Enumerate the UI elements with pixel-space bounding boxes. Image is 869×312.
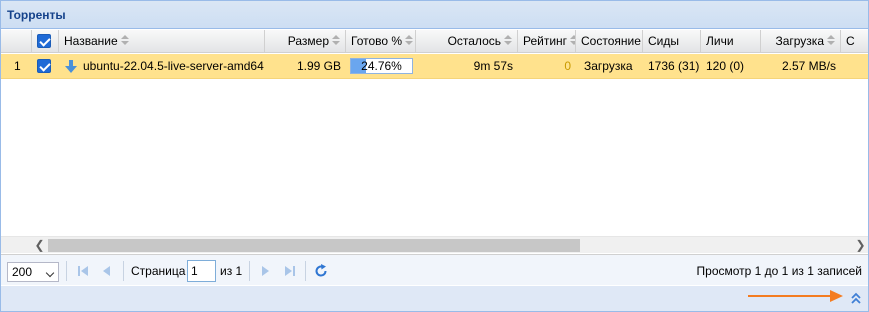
header-seeds[interactable]: Сиды — [643, 30, 701, 53]
header-name[interactable]: Название — [59, 30, 265, 53]
torrent-status: Загрузка — [584, 59, 633, 73]
header-peers[interactable]: Личи — [701, 30, 761, 53]
page-number-input[interactable]: 1 — [187, 260, 216, 282]
sort-icon — [120, 35, 129, 46]
header-rating-label: Рейтинг — [523, 34, 568, 48]
details-panel-bar — [1, 286, 868, 311]
scroll-right-icon[interactable]: ❯ — [852, 237, 869, 254]
header-status-label: Состояние — [581, 34, 641, 48]
paging-toolbar: 200 Страница 1 из 1 Просмотр 1 до 1 из 1… — [1, 254, 868, 285]
header-download-label: Загрузка — [775, 34, 824, 48]
table-row[interactable]: 1 ubuntu-22.04.5-live-server-amd64 1.99 … — [1, 54, 868, 79]
annotation-arrow-icon — [748, 290, 843, 302]
select-all-checkbox[interactable] — [37, 34, 51, 48]
double-chevron-up-icon[interactable] — [849, 291, 863, 305]
torrent-rating: 0 — [564, 59, 571, 73]
horizontal-scrollbar[interactable]: ❮ ❯ — [1, 236, 868, 253]
sort-icon — [504, 35, 512, 46]
scrollbar-thumb[interactable] — [48, 239, 580, 252]
toolbar-separator — [123, 261, 124, 281]
grid-header: Название Размер Готово % Осталось Рейтин… — [1, 30, 868, 53]
row-checkbox[interactable] — [37, 59, 51, 73]
header-seeds-label: Сиды — [648, 34, 679, 48]
progress-bar: 24.76% — [350, 58, 413, 74]
torrent-size: 1.99 GB — [296, 59, 341, 73]
page-total-label: из 1 — [220, 264, 243, 278]
refresh-icon[interactable] — [313, 263, 329, 279]
header-next-column-label: С — [846, 34, 855, 48]
header-status[interactable]: Состояние — [576, 30, 643, 53]
display-message: Просмотр 1 до 1 из 1 записей — [696, 264, 862, 278]
header-peers-label: Личи — [706, 34, 734, 48]
torrents-panel: Торренты Название Размер Готово % Остало… — [0, 0, 869, 312]
header-rownumber — [1, 30, 32, 53]
page-label: Страница — [131, 264, 186, 278]
sort-icon — [405, 35, 414, 46]
torrent-seeds: 1736 (31) — [648, 59, 700, 73]
panel-title: Торренты — [7, 8, 66, 22]
page-size-value: 200 — [12, 265, 33, 279]
torrent-name: ubuntu-22.04.5-live-server-amd64 — [83, 59, 264, 73]
download-arrow-icon — [65, 60, 77, 73]
header-done[interactable]: Готово % — [346, 30, 416, 53]
scroll-left-icon[interactable]: ❮ — [31, 237, 48, 254]
header-select-all[interactable] — [32, 30, 59, 53]
toolbar-separator — [249, 261, 250, 281]
row-number: 1 — [14, 59, 21, 73]
header-done-label: Готово % — [351, 34, 403, 48]
toolbar-separator — [305, 261, 306, 281]
header-download[interactable]: Загрузка — [761, 30, 841, 53]
header-remaining[interactable]: Осталось — [416, 30, 518, 53]
page-size-select[interactable]: 200 — [7, 262, 59, 282]
header-rating[interactable]: Рейтинг — [518, 30, 576, 53]
last-page-icon[interactable] — [282, 263, 298, 279]
progress-text: 24.76% — [361, 59, 402, 73]
header-next-column[interactable]: С — [841, 30, 868, 53]
first-page-icon[interactable] — [75, 263, 91, 279]
prev-page-icon[interactable] — [99, 263, 115, 279]
panel-header: Торренты — [1, 1, 868, 29]
header-remaining-label: Осталось — [447, 34, 501, 48]
next-page-icon[interactable] — [257, 263, 273, 279]
chevron-down-icon — [45, 268, 55, 278]
header-name-label: Название — [64, 34, 118, 48]
header-size[interactable]: Размер — [265, 30, 346, 53]
torrent-download-speed: 2.57 MB/s — [781, 59, 836, 73]
torrent-peers: 120 (0) — [706, 59, 745, 73]
header-size-label: Размер — [287, 34, 329, 48]
toolbar-separator — [66, 261, 67, 281]
sort-icon — [827, 35, 835, 46]
torrent-remaining: 9m 57s — [473, 59, 513, 73]
sort-icon — [332, 35, 340, 46]
